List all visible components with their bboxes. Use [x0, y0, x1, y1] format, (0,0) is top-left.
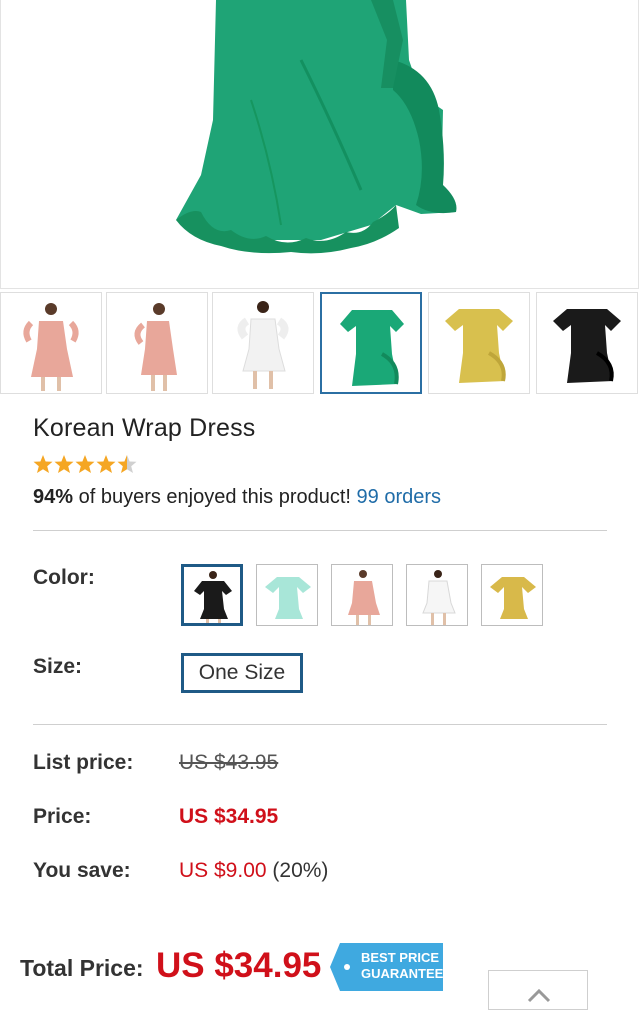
color-swatch-white[interactable]: [406, 564, 468, 626]
badge-line-1: BEST PRICE: [361, 950, 440, 965]
color-swatch-pink[interactable]: [331, 564, 393, 626]
thumbnail-3[interactable]: [212, 292, 314, 394]
thumbnail-6[interactable]: [536, 292, 638, 394]
scroll-to-top-button[interactable]: [488, 970, 588, 1010]
main-product-image[interactable]: [0, 0, 639, 289]
total-price-label: Total Price:: [20, 955, 144, 981]
divider: [33, 530, 607, 531]
divider: [33, 724, 607, 725]
rating-stars: [33, 454, 143, 476]
price-label: Price:: [33, 805, 92, 828]
save-amount: US $9.00: [179, 859, 267, 882]
thumbnail-2[interactable]: [106, 292, 208, 394]
you-save-label: You save:: [33, 859, 131, 882]
product-title: Korean Wrap Dress: [33, 414, 256, 442]
color-swatch-yellow[interactable]: [481, 564, 543, 626]
best-price-guarantee-badge[interactable]: BEST PRICE GUARANTEE: [330, 943, 443, 991]
thumbnail-strip: [0, 292, 639, 396]
star-icon: [33, 455, 137, 473]
badge-line-2: GUARANTEE: [361, 966, 444, 981]
list-price-label: List price:: [33, 751, 134, 774]
enjoy-text: of buyers enjoyed this product!: [73, 486, 357, 508]
enjoy-percent: 94%: [33, 486, 74, 508]
color-label: Color:: [33, 566, 95, 589]
color-swatch-mint[interactable]: [256, 564, 318, 626]
size-option-one-size[interactable]: One Size: [181, 653, 303, 693]
total-price-value: US $34.95: [156, 946, 322, 985]
thumbnail-4[interactable]: [320, 292, 422, 394]
thumbnail-5[interactable]: [428, 292, 530, 394]
price-value: US $34.95: [179, 805, 279, 828]
save-percent: (20%): [266, 859, 329, 882]
size-label: Size:: [33, 655, 83, 678]
buyer-satisfaction: 94% of buyers enjoyed this product! 99 o…: [33, 486, 441, 509]
orders-link[interactable]: 99 orders: [357, 486, 442, 508]
list-price-value: US $43.95: [179, 751, 279, 774]
thumbnail-1[interactable]: [0, 292, 102, 394]
color-swatch-black[interactable]: [181, 564, 243, 626]
you-save-value: US $9.00 (20%): [179, 859, 328, 883]
